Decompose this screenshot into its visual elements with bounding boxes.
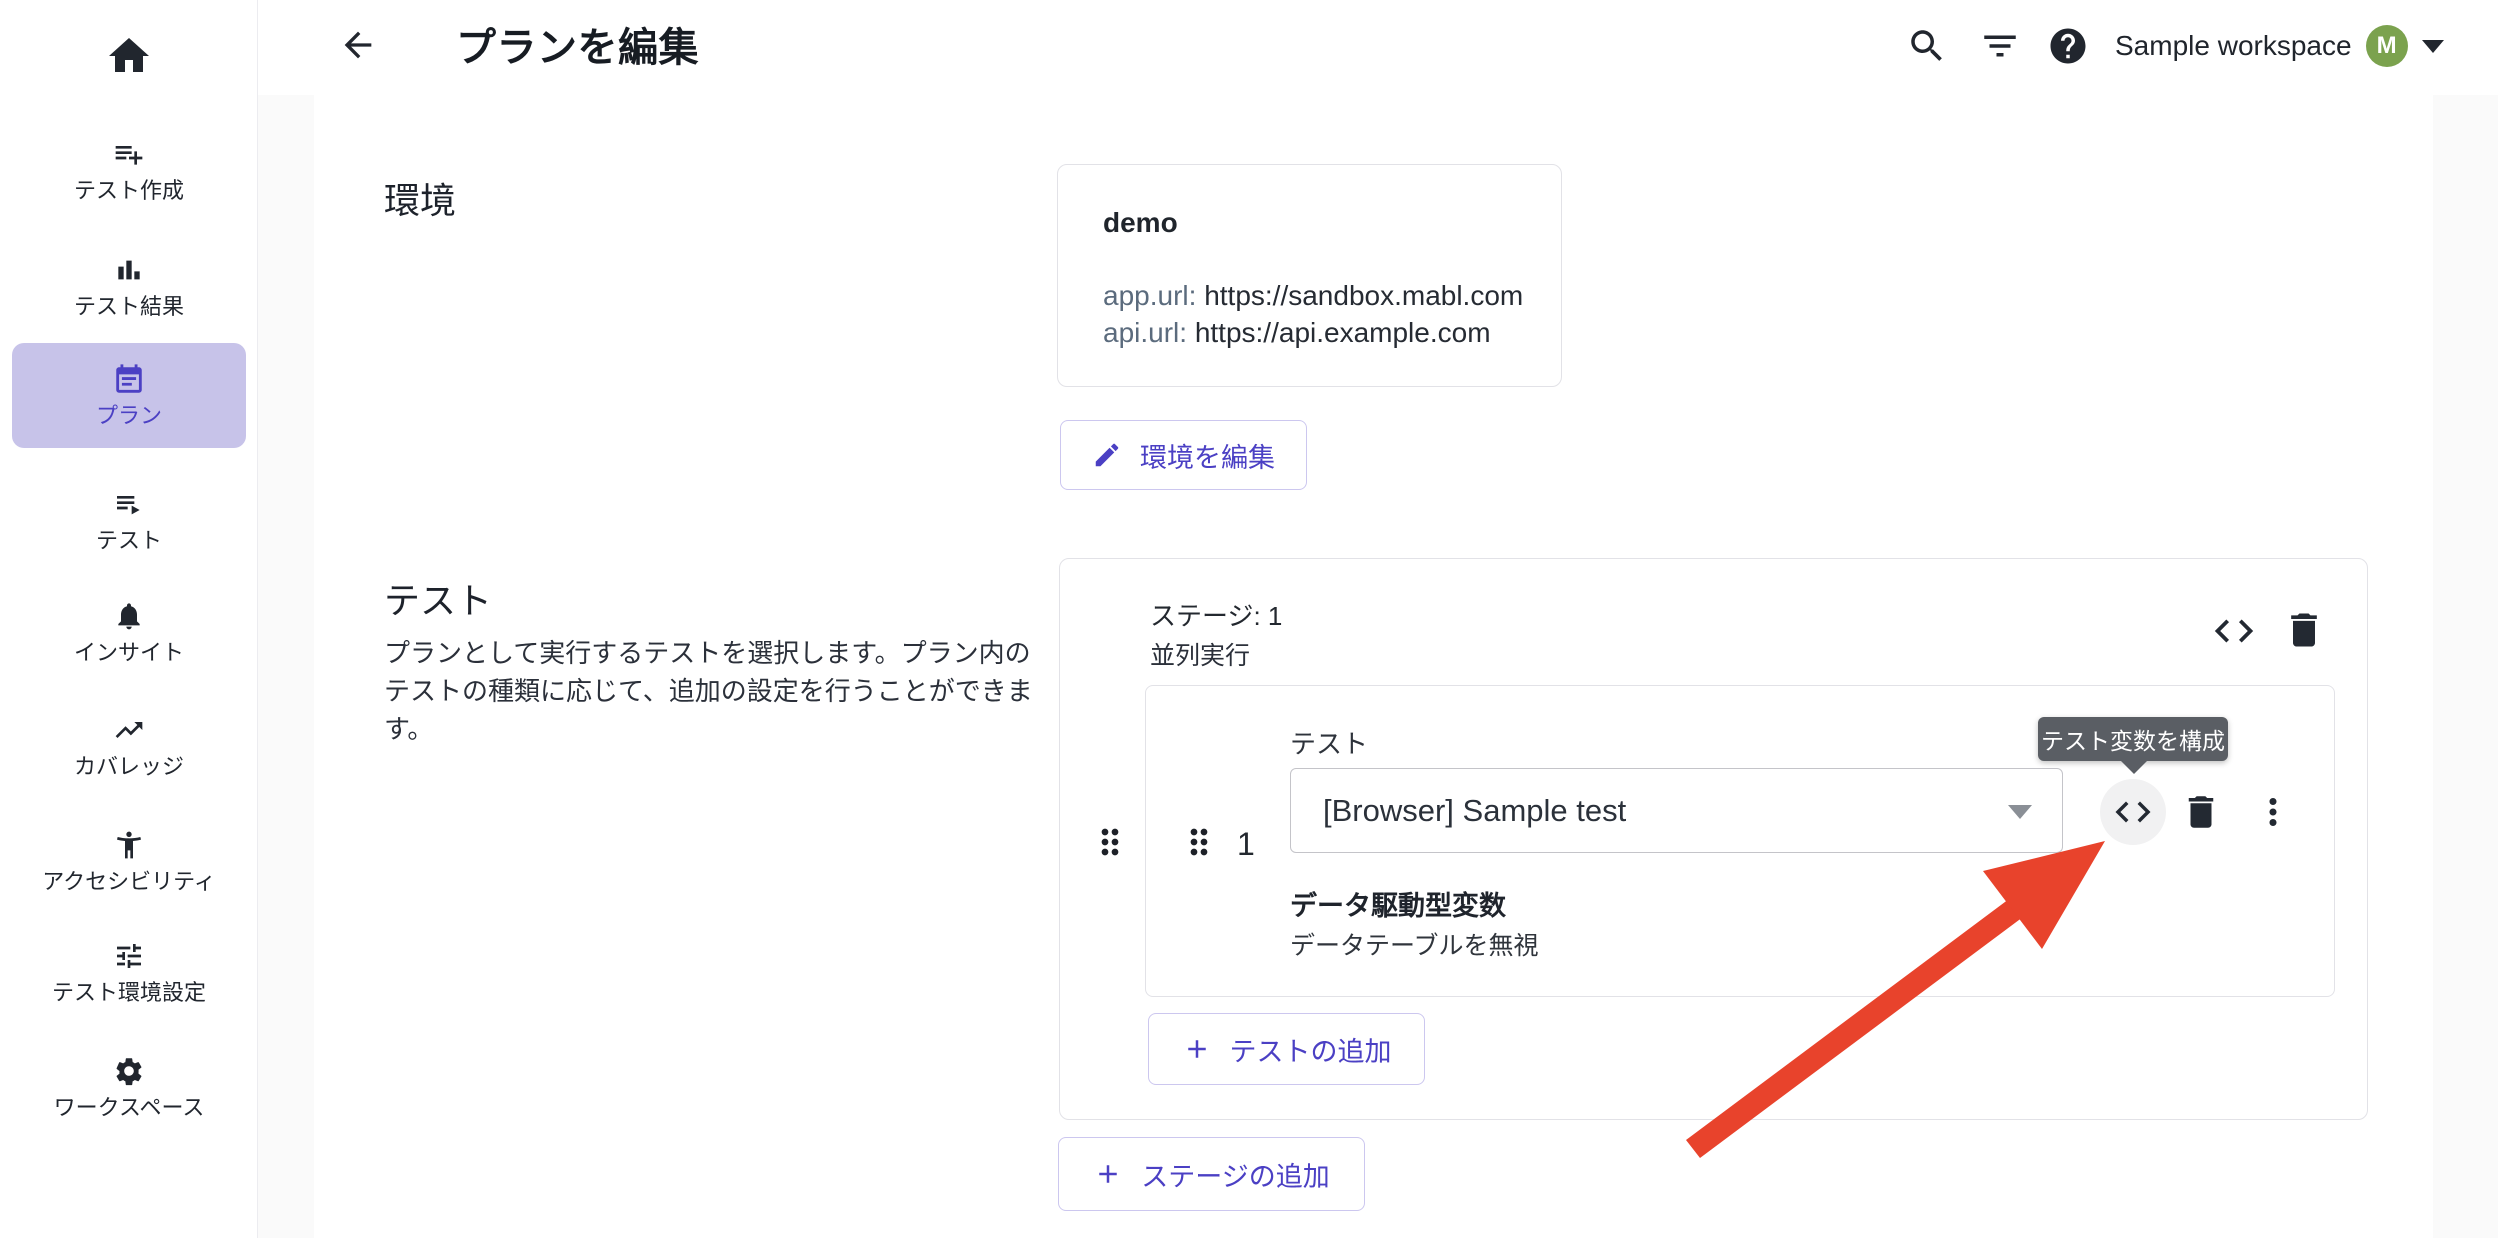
plus-icon xyxy=(1182,1034,1212,1064)
test-trash-icon[interactable] xyxy=(2180,791,2222,833)
configure-test-variables-button[interactable] xyxy=(2100,779,2166,845)
chevron-down-icon xyxy=(2422,40,2444,53)
trending-up-icon xyxy=(113,714,145,746)
url-label: app.url: xyxy=(1103,280,1196,311)
help-icon[interactable] xyxy=(2047,25,2089,67)
sidebar-item-label: テスト結果 xyxy=(74,295,184,319)
more-options-icon[interactable] xyxy=(2252,791,2294,833)
environment-heading: 環境 xyxy=(384,172,456,224)
bar-chart-icon xyxy=(113,254,145,286)
plus-icon xyxy=(1093,1159,1123,1189)
add-test-label: テストの追加 xyxy=(1230,1030,1392,1069)
stage-code-icon[interactable] xyxy=(2211,608,2257,654)
sidebar-item-plans[interactable]: プラン xyxy=(12,343,246,448)
sidebar-item-tests[interactable]: テスト xyxy=(0,488,258,553)
workspace-name: Sample workspace xyxy=(2115,30,2352,62)
bell-icon xyxy=(113,600,145,632)
edit-environment-label: 環境を編集 xyxy=(1140,436,1275,475)
avatar: M xyxy=(2366,25,2408,67)
accessibility-icon xyxy=(113,829,145,861)
code-icon xyxy=(2112,791,2154,833)
add-stage-button[interactable]: ステージの追加 xyxy=(1058,1137,1365,1211)
data-driven-variables-title: データ駆動型変数 xyxy=(1290,884,1506,923)
edit-environment-button[interactable]: 環境を編集 xyxy=(1060,420,1307,490)
search-icon[interactable] xyxy=(1906,25,1948,67)
sidebar-item-test-creation[interactable]: テスト作成 xyxy=(0,138,258,203)
tune-icon xyxy=(113,940,145,972)
sidebar-item-label: テスト xyxy=(96,529,162,553)
add-test-button[interactable]: テストの追加 xyxy=(1148,1013,1425,1085)
environment-url-row: api.url: https://api.example.com xyxy=(1103,314,1523,351)
tooltip-caret xyxy=(2120,760,2148,774)
sidebar: テスト作成 テスト結果 プラン テスト インサイト カバレッジ xyxy=(0,0,258,1238)
sidebar-item-label: テスト作成 xyxy=(74,179,184,203)
test-drag-handle-icon[interactable] xyxy=(1179,822,1219,862)
playlist-add-icon xyxy=(113,138,145,170)
url-value: https://sandbox.mabl.com xyxy=(1204,280,1523,311)
sidebar-item-test-results[interactable]: テスト結果 xyxy=(0,254,258,319)
page-title: プランを編集 xyxy=(456,15,699,73)
stage-trash-icon[interactable] xyxy=(2282,608,2326,652)
tests-description: プランとして実行するテストを選択します。プラン内のテストの種類に応じて、追加の設… xyxy=(384,634,1056,748)
sidebar-item-label: アクセシビリティ xyxy=(42,870,216,894)
back-arrow-button[interactable] xyxy=(338,25,378,65)
url-label: api.url: xyxy=(1103,317,1187,348)
selected-test-name: [Browser] Sample test xyxy=(1323,793,1626,829)
data-driven-variables-subtitle: データテーブルを無視 xyxy=(1290,926,1539,962)
sidebar-item-label: ワークスペース xyxy=(54,1096,205,1120)
calendar-icon xyxy=(112,363,146,397)
workspace-picker[interactable]: Sample workspace M xyxy=(2115,22,2444,70)
sidebar-item-coverage[interactable]: カバレッジ xyxy=(0,714,258,779)
playlist-play-icon xyxy=(113,488,145,520)
stage-title: ステージ: 1 xyxy=(1150,596,1282,633)
sidebar-item-label: テスト環境設定 xyxy=(52,981,206,1005)
environment-card: demo app.url: https://sandbox.mabl.com a… xyxy=(1057,164,1562,387)
sidebar-item-workspace[interactable]: ワークスペース xyxy=(0,1055,258,1120)
sidebar-item-home[interactable] xyxy=(0,32,258,80)
test-select-label: テスト xyxy=(1290,724,1368,761)
test-row-number: 1 xyxy=(1237,826,1255,863)
sidebar-item-label: プラン xyxy=(96,404,162,428)
filter-icon[interactable] xyxy=(1979,25,2021,67)
sidebar-item-label: カバレッジ xyxy=(74,755,184,779)
sidebar-item-label: インサイト xyxy=(74,641,184,665)
gear-icon xyxy=(113,1055,145,1087)
tooltip: テスト変数を構成 xyxy=(2038,717,2228,761)
environment-name: demo xyxy=(1103,207,1178,239)
sidebar-item-insights[interactable]: インサイト xyxy=(0,600,258,665)
sidebar-item-test-env-settings[interactable]: テスト環境設定 xyxy=(0,940,258,1005)
select-caret-icon xyxy=(2008,805,2032,819)
url-value: https://api.example.com xyxy=(1195,317,1491,348)
tests-heading: テスト xyxy=(384,572,492,624)
pencil-icon xyxy=(1092,440,1122,470)
stage-mode: 並列実行 xyxy=(1150,636,1250,672)
home-icon xyxy=(105,32,153,80)
stage-drag-handle-icon[interactable] xyxy=(1090,822,1130,862)
environment-url-row: app.url: https://sandbox.mabl.com xyxy=(1103,277,1523,314)
add-stage-label: ステージの追加 xyxy=(1141,1155,1329,1194)
sidebar-item-accessibility[interactable]: アクセシビリティ xyxy=(0,829,258,894)
test-select[interactable]: [Browser] Sample test xyxy=(1290,768,2063,853)
